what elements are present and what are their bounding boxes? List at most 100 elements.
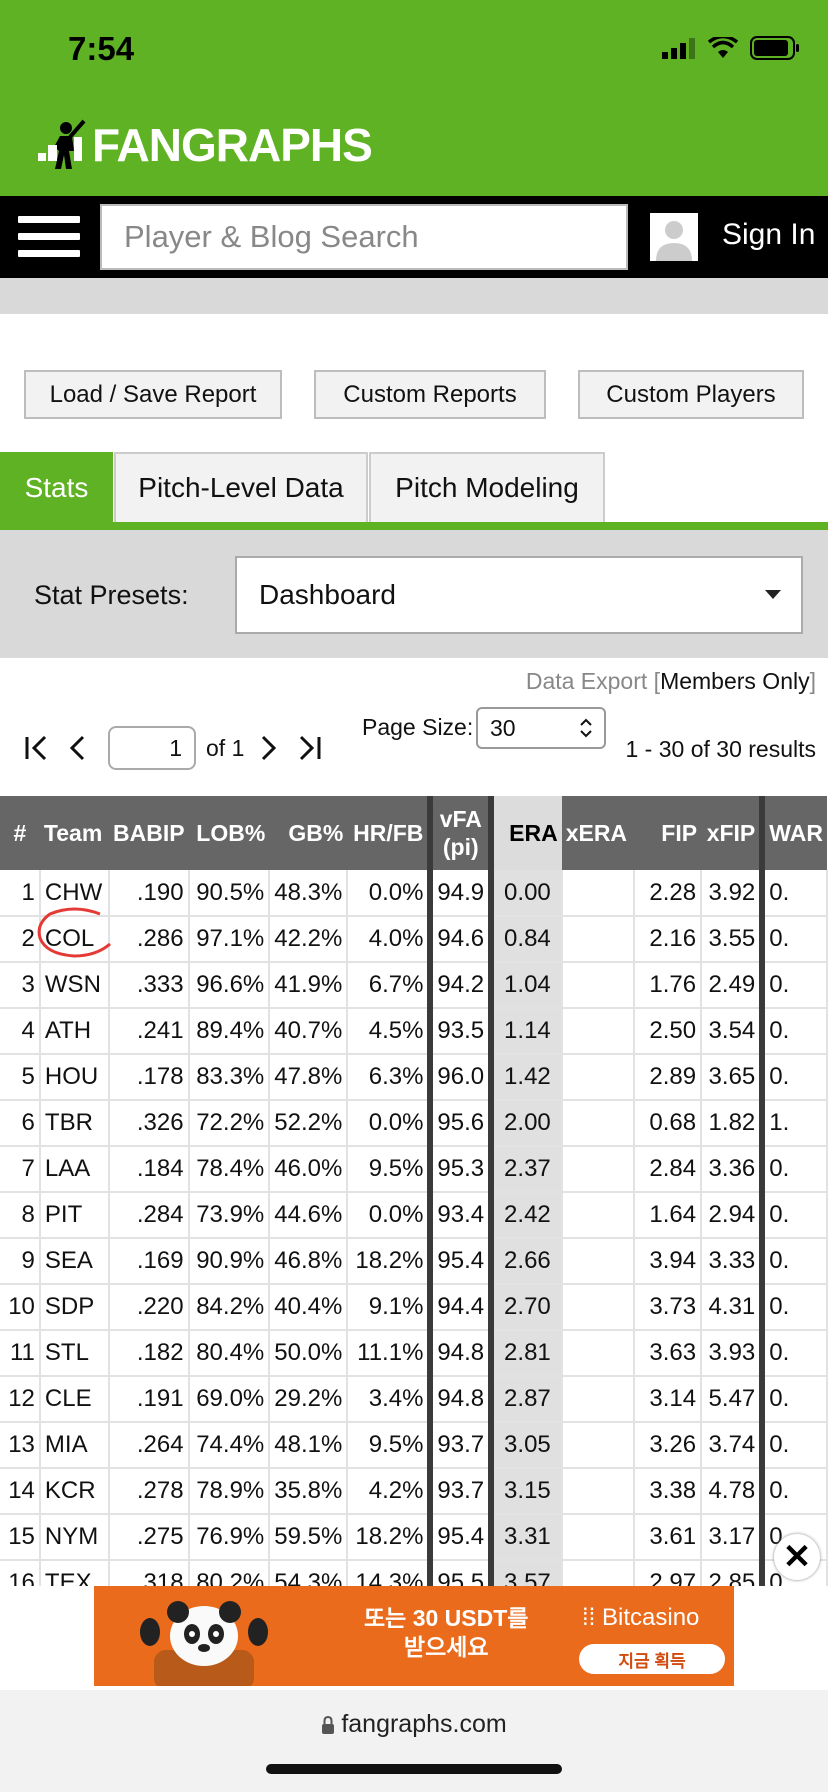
status-time: 7:54 <box>68 30 135 67</box>
cell-gb: 42.2% <box>269 916 349 963</box>
cell-team[interactable]: LAA <box>39 1146 111 1193</box>
header-rank[interactable]: # <box>0 796 40 870</box>
cell-war: 0. <box>759 1146 828 1193</box>
tab-underline <box>0 522 828 530</box>
home-indicator[interactable] <box>266 1764 562 1774</box>
panda-icon <box>140 1601 268 1686</box>
cell-xera <box>561 870 636 917</box>
table-row: 8 PIT .284 73.9% 44.6% 0.0% 93.4 2.42 1.64 2.94 0. <box>0 1192 828 1239</box>
fangraphs-logo[interactable]: FANGRAPHS <box>36 118 373 172</box>
cell-vfa: 96.0 <box>427 1054 493 1101</box>
ad-message: 또는 30 USDT를 받으세요 <box>364 1604 528 1662</box>
table-body: 1 CHW .190 90.5% 48.3% 0.0% 94.9 0.00 2.28 3.92 0.… <box>0 870 828 1586</box>
tab-stats[interactable]: Stats <box>0 452 113 522</box>
header-xera[interactable]: xERA <box>561 796 635 870</box>
cell-fip: 2.84 <box>634 1146 703 1193</box>
cell-fip: 3.94 <box>634 1238 703 1285</box>
data-export-suffix: ] <box>809 668 816 694</box>
header-gb[interactable]: GB% <box>269 796 348 870</box>
cell-babip: .178 <box>109 1054 190 1101</box>
next-page-icon[interactable] <box>248 728 288 768</box>
table-row: 16 TEX .318 80.2% 54.3% 14.3% 95.5 3.57 2.97 2.85… <box>0 1560 828 1586</box>
cell-team[interactable]: HOU <box>39 1054 111 1101</box>
header-lob[interactable]: LOB% <box>188 796 270 870</box>
prev-page-icon[interactable] <box>58 728 98 768</box>
page-size-select[interactable]: 30 <box>476 707 606 749</box>
stat-presets-bar: Stat Presets: Dashboard <box>0 530 828 658</box>
cell-babip: .220 <box>109 1284 190 1331</box>
custom-reports-button[interactable]: Custom Reports <box>314 370 546 419</box>
search-input[interactable]: Player & Blog Search <box>100 204 628 270</box>
ad-cta-button[interactable]: 지금 획득 <box>579 1644 725 1674</box>
ad-banner[interactable]: 또는 30 USDT를 받으세요 ⁞⁞ Bitcasino 지금 획득 <box>94 1586 734 1686</box>
cell-team[interactable]: SDP <box>39 1284 111 1331</box>
close-ad-icon[interactable]: ✕ <box>774 1534 820 1580</box>
cell-team[interactable]: CLE <box>39 1376 111 1423</box>
cell-vfa: 95.4 <box>427 1238 493 1285</box>
menu-icon[interactable] <box>18 216 80 258</box>
cell-team[interactable]: SEA <box>39 1238 111 1285</box>
cell-gb: 40.7% <box>269 1008 349 1055</box>
cell-fip: 3.63 <box>634 1330 703 1377</box>
cell-xera <box>561 1100 636 1147</box>
cell-hrfb: 0.0% <box>347 870 432 917</box>
cell-team[interactable]: STL <box>39 1330 111 1377</box>
members-only-link[interactable]: Members Only <box>660 668 810 694</box>
cell-team[interactable]: ATH <box>39 1008 111 1055</box>
stats-table-wrapper[interactable]: # Team BABIP LOB% GB% HR/FB vFA (pi) ERA xERA FIP… <box>0 796 828 1586</box>
header-era[interactable]: ERA <box>488 796 562 870</box>
cell-gb: 41.9% <box>269 962 349 1009</box>
header-babip[interactable]: BABIP <box>109 796 189 870</box>
sign-in-link[interactable]: Sign In <box>722 218 815 252</box>
cell-era: 3.05 <box>488 1422 563 1469</box>
cell-fip: 3.73 <box>634 1284 703 1331</box>
header-hrfb[interactable]: HR/FB <box>347 796 431 870</box>
cell-team[interactable]: NYM <box>39 1514 111 1561</box>
cell-gb: 59.5% <box>269 1514 349 1561</box>
header-vfa[interactable]: vFA (pi) <box>427 796 492 870</box>
cell-war: 0. <box>759 962 828 1009</box>
cell-team[interactable]: WSN <box>39 962 111 1009</box>
tab-pitch-level-data[interactable]: Pitch-Level Data <box>114 452 368 522</box>
header-fip[interactable]: FIP <box>634 796 702 870</box>
page-number-input[interactable]: 1 <box>108 726 196 770</box>
table-row: 9 SEA .169 90.9% 46.8% 18.2% 95.4 2.66 3.94 3.33 0… <box>0 1238 828 1285</box>
cell-team[interactable]: TEX <box>39 1560 111 1586</box>
stat-presets-select[interactable]: Dashboard <box>235 556 803 634</box>
ad-brand: ⁞⁞ Bitcasino <box>582 1604 699 1632</box>
cell-fip: 2.50 <box>634 1008 703 1055</box>
tab-pitch-modeling[interactable]: Pitch Modeling <box>369 452 605 522</box>
lock-icon <box>322 1715 335 1734</box>
cell-xera <box>561 1008 636 1055</box>
data-export[interactable]: Data Export [Members Only] <box>526 668 816 695</box>
page-count: of 1 <box>206 734 245 761</box>
cell-team[interactable]: PIT <box>39 1192 111 1239</box>
header-xfip[interactable]: xFIP <box>701 796 763 870</box>
cell-fip: 3.26 <box>634 1422 703 1469</box>
cell-rank: 5 <box>0 1054 41 1101</box>
cell-rank: 9 <box>0 1238 41 1285</box>
cell-team[interactable]: KCR <box>39 1468 111 1515</box>
user-avatar-icon[interactable] <box>650 213 698 261</box>
cell-war: 0. <box>759 1284 828 1331</box>
url-bar[interactable]: fangraphs.com <box>0 1710 828 1739</box>
first-page-icon[interactable] <box>18 728 58 768</box>
cell-xfip: 2.85 <box>701 1560 764 1586</box>
last-page-icon[interactable] <box>288 728 328 768</box>
cell-babip: .169 <box>109 1238 190 1285</box>
cell-team[interactable]: MIA <box>39 1422 111 1469</box>
cell-rank: 15 <box>0 1514 41 1561</box>
cell-era: 1.42 <box>488 1054 563 1101</box>
cell-fip: 2.28 <box>634 870 703 917</box>
cell-lob: 80.2% <box>188 1560 271 1586</box>
cell-team[interactable]: TBR <box>39 1100 111 1147</box>
cell-hrfb: 11.1% <box>347 1330 432 1377</box>
cell-war: 0. <box>759 1468 828 1515</box>
cell-war: 0. <box>759 1422 828 1469</box>
cell-war: 0. <box>759 1330 828 1377</box>
header-war[interactable]: WAR <box>759 796 827 870</box>
cell-babip: .326 <box>109 1100 190 1147</box>
load-save-report-button[interactable]: Load / Save Report <box>24 370 282 419</box>
custom-players-button[interactable]: Custom Players <box>578 370 804 419</box>
header-team[interactable]: Team <box>39 796 110 870</box>
